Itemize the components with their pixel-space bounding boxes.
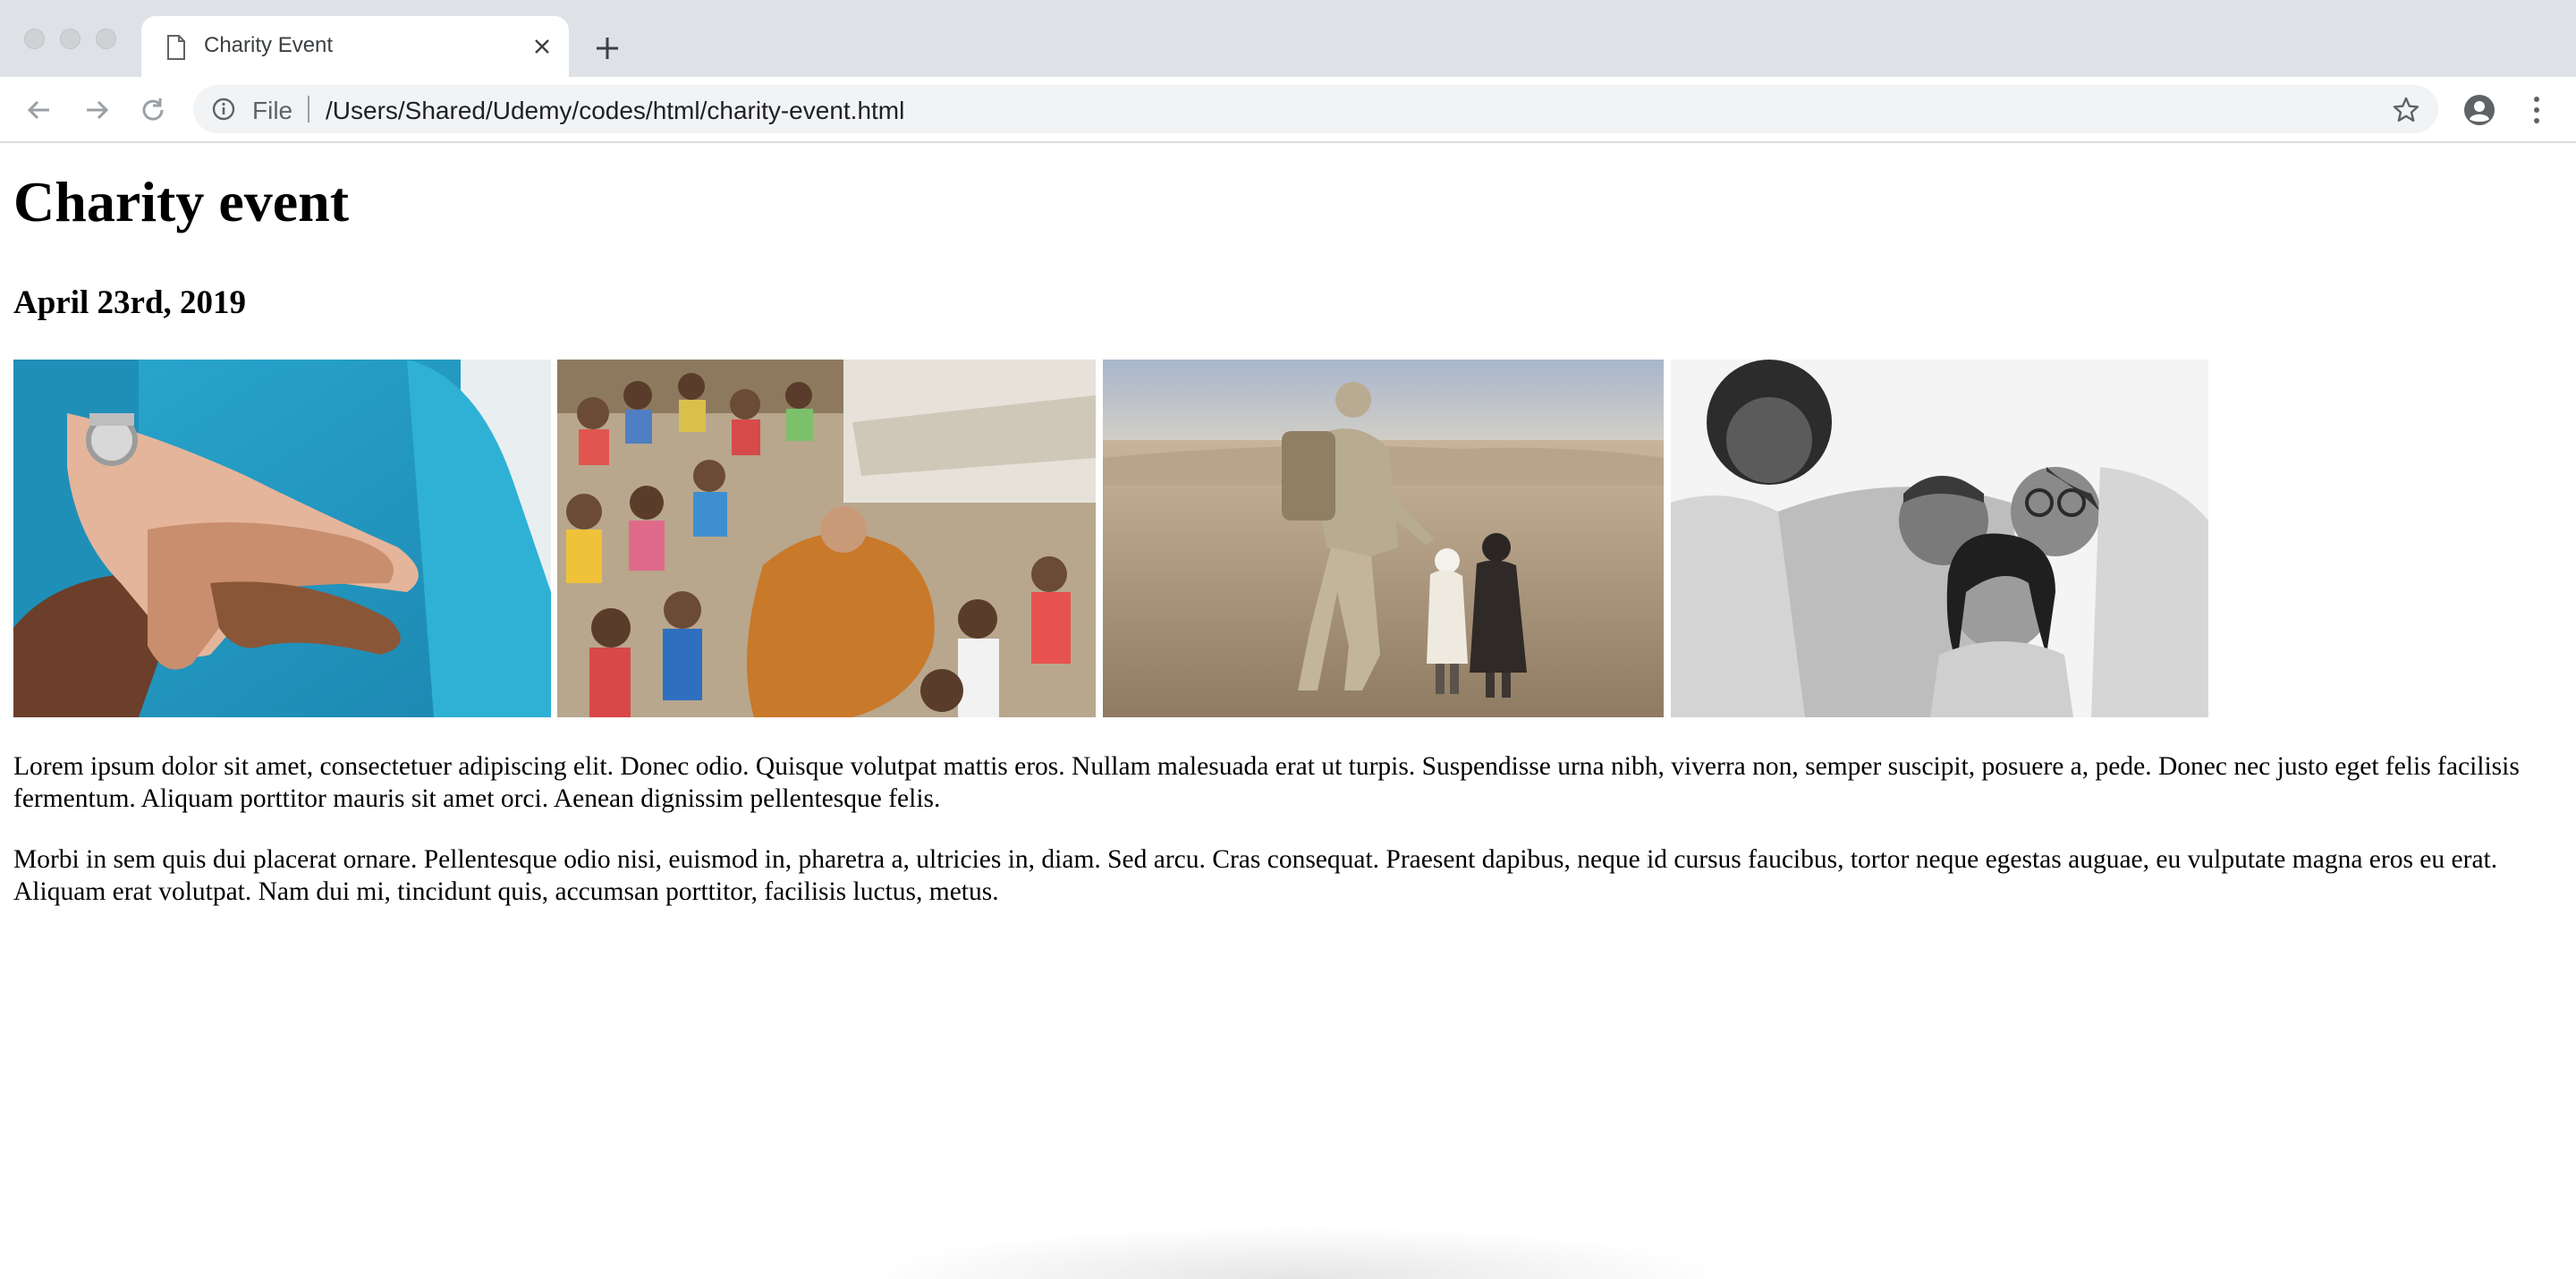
event-date: April 23rd, 2019 [13, 284, 247, 321]
url-scheme-label: File [252, 97, 293, 124]
tab-title: Charity Event [204, 33, 334, 57]
account-icon[interactable] [2463, 94, 2496, 126]
paragraph-2: Morbi in sem quis dui placerat ornare. P… [13, 845, 2498, 906]
zoom-window-button[interactable] [96, 29, 116, 49]
minimize-window-button[interactable] [60, 29, 80, 49]
reload-icon[interactable] [138, 95, 168, 125]
photo-monk-children [557, 360, 1096, 717]
bottom-shadow [859, 1225, 1735, 1279]
more-vert-icon[interactable] [2526, 94, 2547, 126]
info-icon[interactable] [211, 97, 236, 122]
plus-icon[interactable] [592, 33, 623, 64]
url-text[interactable]: /Users/Shared/Udemy/codes/html/charity-e… [326, 97, 904, 125]
forward-arrow-icon[interactable] [81, 95, 112, 125]
address-separator [308, 96, 309, 123]
page-title: Charity event [13, 170, 350, 233]
close-window-button[interactable] [24, 29, 45, 49]
photo-volunteers [1671, 360, 2208, 717]
photo-hands [13, 360, 551, 717]
browser-toolbar: File /Users/Shared/Udemy/codes/html/char… [0, 77, 2576, 143]
photo-soldier-children [1103, 360, 1664, 717]
page-content: Charity event April 23rd, 2019 Lorem ips… [0, 143, 2576, 1279]
tab-charity-event[interactable]: Charity Event [141, 16, 569, 77]
address-bar[interactable]: File /Users/Shared/Udemy/codes/html/char… [193, 85, 2438, 133]
back-arrow-icon[interactable] [24, 95, 55, 125]
tab-strip: Charity Event [0, 0, 2576, 77]
close-icon[interactable] [531, 36, 553, 57]
document-icon [167, 35, 185, 60]
star-icon[interactable] [2392, 96, 2420, 124]
paragraph-1: Lorem ipsum dolor sit amet, consectetuer… [13, 752, 2520, 813]
window-controls [24, 29, 116, 49]
